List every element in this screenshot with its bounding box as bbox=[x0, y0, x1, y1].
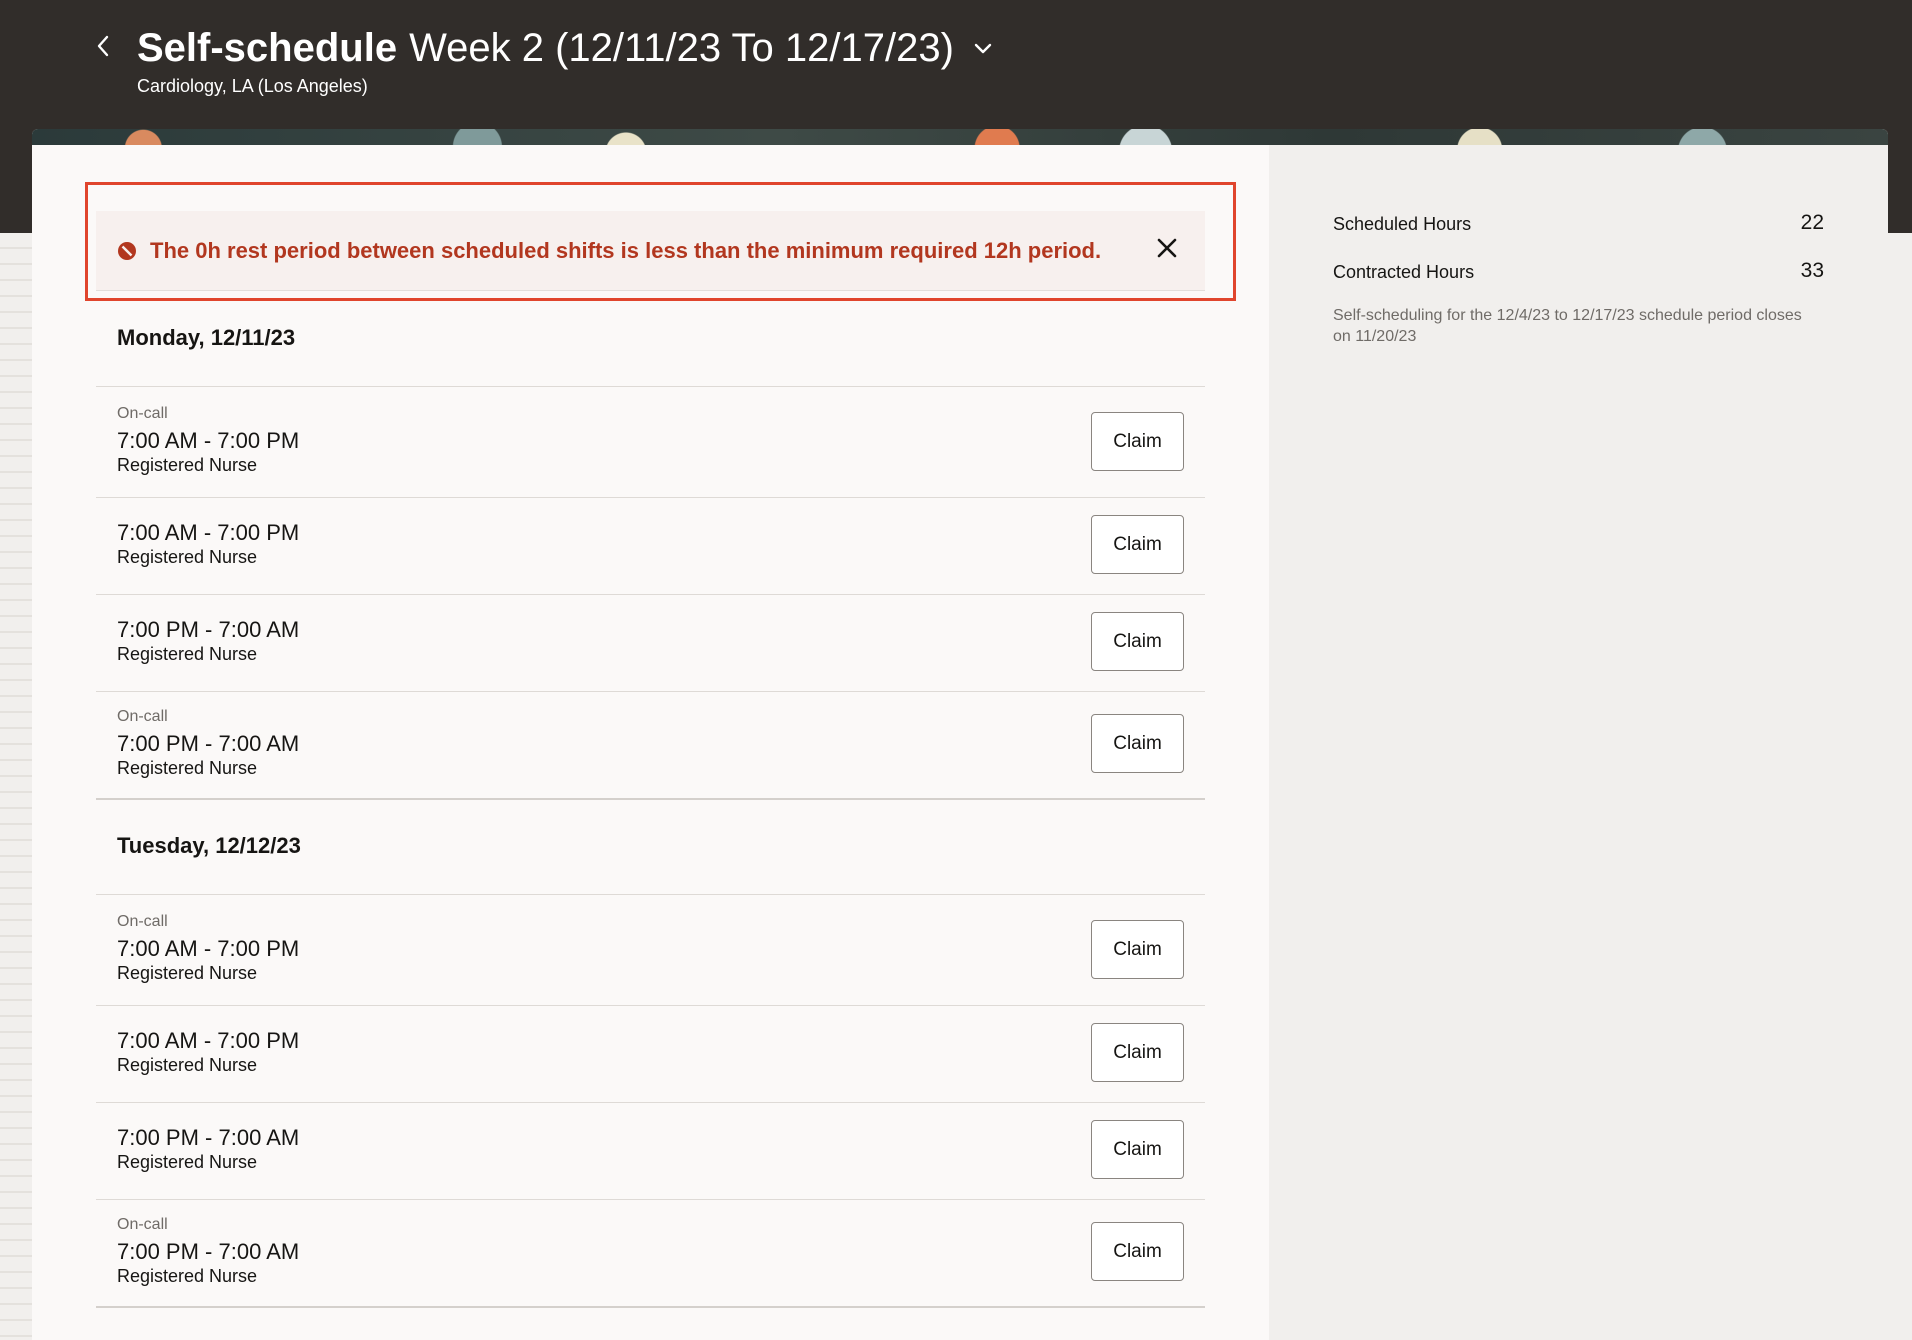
scheduled-hours-label: Scheduled Hours bbox=[1333, 214, 1472, 234]
card-banner-decoration bbox=[32, 129, 1888, 145]
page-title: Self-schedule Week 2 (12/11/23 To 12/17/… bbox=[137, 20, 998, 76]
shift-role: Registered Nurse bbox=[117, 1266, 258, 1286]
shift-tag: On-call bbox=[117, 708, 168, 725]
back-button[interactable] bbox=[88, 28, 118, 64]
shift-row: On-call 7:00 PM - 7:00 AM Registered Nur… bbox=[96, 692, 1205, 798]
schedule-period-note: Self-scheduling for the 12/4/23 to 12/17… bbox=[1333, 307, 1802, 345]
claim-button[interactable]: Claim bbox=[1091, 1222, 1184, 1281]
shift-row: 7:00 AM - 7:00 PM Registered Nurse Claim bbox=[96, 498, 1205, 594]
shift-row: 7:00 PM - 7:00 AM Registered Nurse Claim bbox=[96, 595, 1205, 691]
shift-tag: On-call bbox=[117, 405, 168, 422]
shift-role: Registered Nurse bbox=[117, 963, 258, 983]
scheduled-hours-value: 22 bbox=[1800, 211, 1824, 234]
error-alert: The 0h rest period between scheduled shi… bbox=[96, 211, 1205, 291]
shift-time: 7:00 AM - 7:00 PM bbox=[117, 428, 300, 453]
claim-button[interactable]: Claim bbox=[1091, 612, 1184, 671]
shift-role: Registered Nurse bbox=[117, 1055, 258, 1075]
shift-row: 7:00 AM - 7:00 PM Registered Nurse Claim bbox=[96, 1006, 1205, 1102]
shift-time: 7:00 AM - 7:00 PM bbox=[117, 936, 300, 961]
shift-time: 7:00 PM - 7:00 AM bbox=[117, 1239, 300, 1264]
shift-time: 7:00 PM - 7:00 AM bbox=[117, 617, 300, 642]
day-heading: Tuesday, 12/12/23 bbox=[117, 833, 301, 858]
claim-button[interactable]: Claim bbox=[1091, 1023, 1184, 1082]
shift-role: Registered Nurse bbox=[117, 455, 258, 475]
divider bbox=[96, 798, 1205, 800]
claim-button[interactable]: Claim bbox=[1091, 920, 1184, 979]
error-icon bbox=[117, 241, 137, 261]
shift-role: Registered Nurse bbox=[117, 547, 258, 567]
shift-tag: On-call bbox=[117, 913, 168, 930]
shift-role: Registered Nurse bbox=[117, 644, 258, 664]
shift-time: 7:00 AM - 7:00 PM bbox=[117, 520, 300, 545]
shift-time: 7:00 PM - 7:00 AM bbox=[117, 1125, 300, 1150]
shift-time: 7:00 PM - 7:00 AM bbox=[117, 731, 300, 756]
claim-button[interactable]: Claim bbox=[1091, 714, 1184, 773]
shift-time: 7:00 AM - 7:00 PM bbox=[117, 1028, 300, 1053]
alert-message: The 0h rest period between scheduled shi… bbox=[150, 237, 1102, 263]
shift-role: Registered Nurse bbox=[117, 758, 258, 778]
shift-row: On-call 7:00 AM - 7:00 PM Registered Nur… bbox=[96, 387, 1205, 497]
shift-row: On-call 7:00 AM - 7:00 PM Registered Nur… bbox=[96, 895, 1205, 1005]
day-heading: Monday, 12/11/23 bbox=[117, 325, 296, 350]
contracted-hours-label: Contracted Hours bbox=[1333, 262, 1475, 282]
close-alert-button[interactable] bbox=[1152, 233, 1182, 263]
close-icon bbox=[1157, 238, 1177, 258]
page-title-strong: Self-schedule bbox=[137, 25, 398, 70]
week-selector-button[interactable] bbox=[968, 33, 998, 63]
shift-row: On-call 7:00 PM - 7:00 AM Registered Nur… bbox=[96, 1200, 1205, 1306]
week-selector-label[interactable]: Week 2 (12/11/23 To 12/17/23) bbox=[409, 26, 954, 71]
claim-button[interactable]: Claim bbox=[1091, 515, 1184, 574]
page-subtitle: Cardiology, LA (Los Angeles) bbox=[137, 76, 368, 96]
shift-row: 7:00 PM - 7:00 AM Registered Nurse Claim bbox=[96, 1103, 1205, 1199]
contracted-hours-value: 33 bbox=[1800, 259, 1824, 282]
claim-button[interactable]: Claim bbox=[1091, 412, 1184, 471]
shift-tag: On-call bbox=[117, 1216, 168, 1233]
claim-button[interactable]: Claim bbox=[1091, 1120, 1184, 1179]
chevron-left-icon bbox=[97, 35, 109, 57]
shift-role: Registered Nurse bbox=[117, 1152, 258, 1172]
divider bbox=[96, 1306, 1205, 1308]
chevron-down-icon bbox=[974, 43, 992, 54]
background-decoration bbox=[0, 233, 32, 1340]
